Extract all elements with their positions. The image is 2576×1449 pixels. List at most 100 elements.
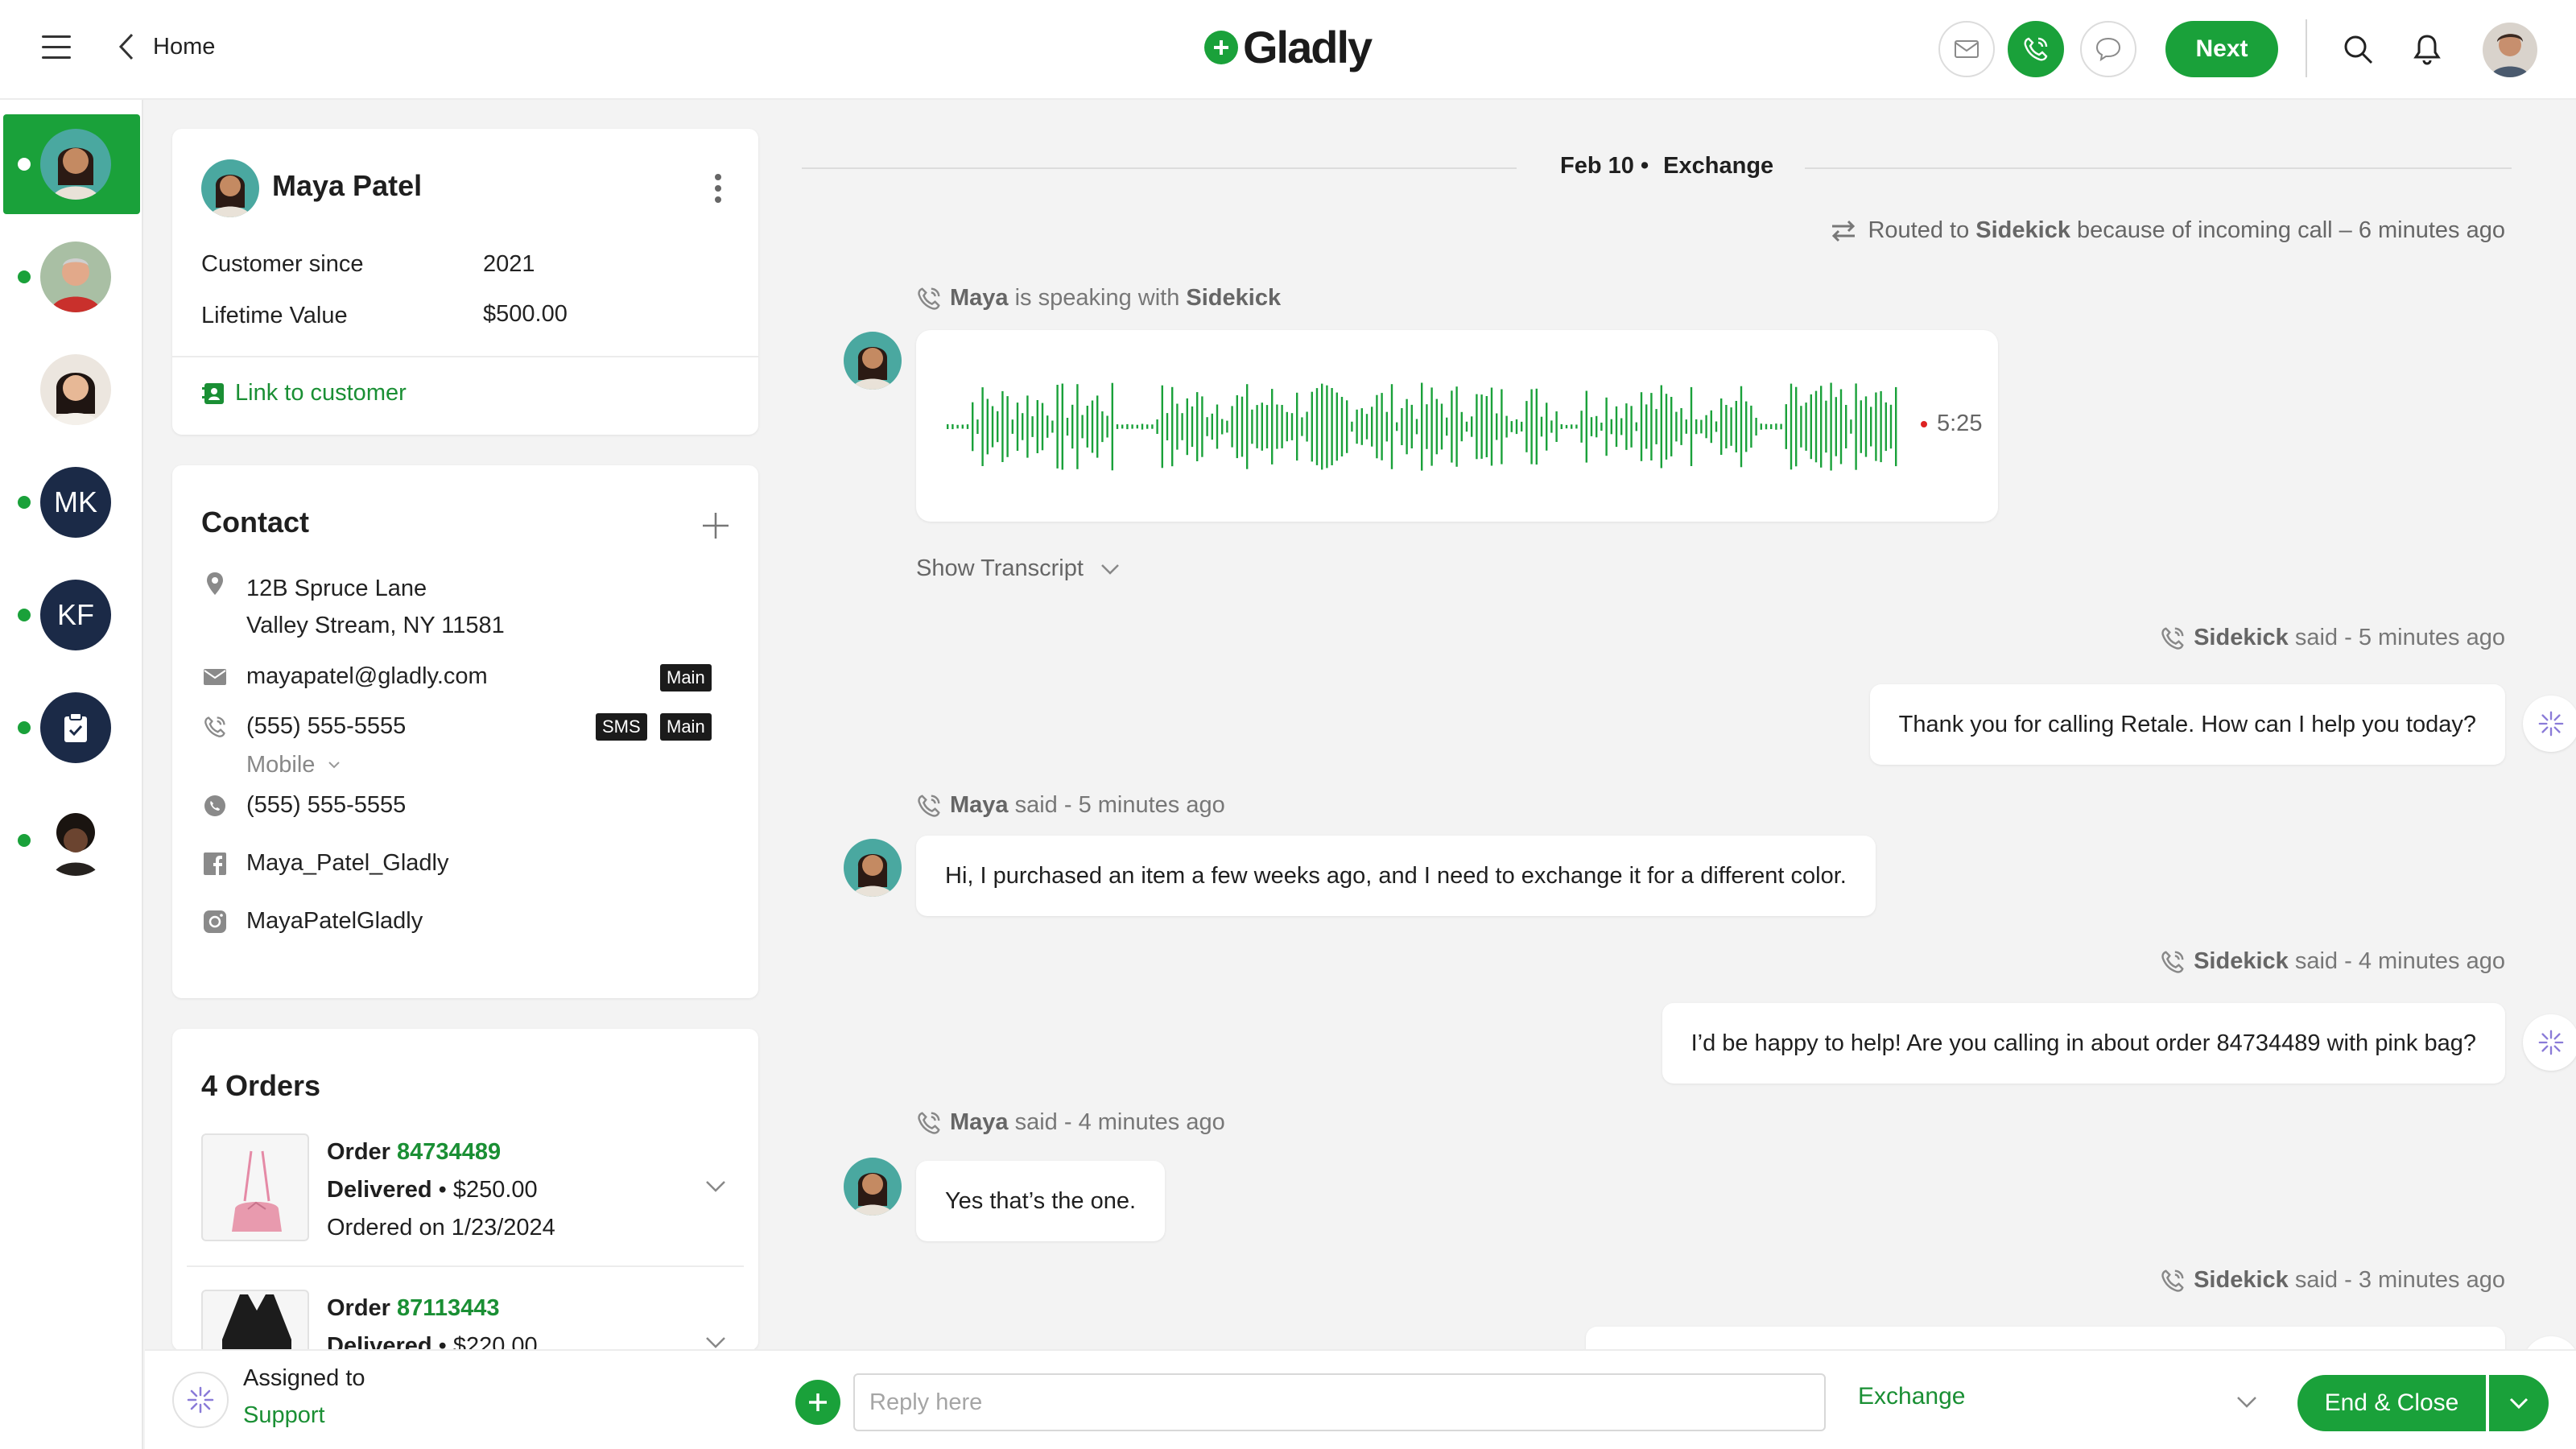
whatsapp-row[interactable]: (555) 555-5555: [201, 792, 406, 819]
rail-item-maya-patel[interactable]: [3, 114, 140, 214]
rail-item-kf[interactable]: KF: [3, 565, 140, 665]
phone-icon: [918, 287, 940, 310]
customer-avatar: [201, 159, 259, 217]
end-close-options-button[interactable]: [2489, 1375, 2549, 1431]
add-attachment-button[interactable]: [795, 1380, 840, 1425]
waveform-bar: [1505, 415, 1508, 438]
topic-select[interactable]: Exchange: [1858, 1383, 2285, 1410]
contact-card-icon: [202, 382, 224, 404]
whatsapp-value: (555) 555-5555: [246, 792, 407, 818]
waveform-bar: [1705, 415, 1707, 439]
waveform-bar: [1426, 404, 1428, 449]
avatar: [40, 242, 111, 312]
phone-icon: [918, 1111, 940, 1134]
add-contact-icon[interactable]: [700, 510, 731, 541]
email-row[interactable]: mayapatel@gladly.com: [201, 663, 488, 691]
chat-channel-button[interactable]: [2080, 21, 2136, 77]
waveform-bar: [1146, 424, 1149, 429]
waveform-bar: [1415, 419, 1418, 435]
back-home-link[interactable]: Home: [118, 32, 215, 61]
order-thumbnail: [201, 1290, 309, 1351]
chevron-down-icon[interactable]: [702, 1172, 729, 1199]
lifetime-value-value: $500.00: [483, 301, 568, 327]
rail-item-conversation-2[interactable]: [3, 227, 140, 327]
waveform-bar: [966, 424, 969, 429]
waveform-bar: [1675, 411, 1678, 442]
instagram-row[interactable]: MayaPatelGladly: [201, 908, 423, 935]
order-item[interactable]: Order 84734489 Delivered • $250.00 Order…: [201, 1133, 733, 1262]
phone-channel-button[interactable]: [2008, 21, 2064, 77]
order-separator: •: [438, 1333, 447, 1351]
order-item[interactable]: Order 87113443 Delivered • $220.00: [201, 1290, 733, 1351]
link-to-customer-button[interactable]: Link to customer: [201, 380, 407, 407]
agent-message: Thank you for calling Retale. How can I …: [1869, 684, 2505, 765]
waveform-bar: [1011, 419, 1013, 434]
call-meta: Maya is speaking with Sidekick: [916, 285, 1281, 312]
more-options-icon[interactable]: [715, 174, 721, 208]
next-button[interactable]: Next: [2165, 21, 2278, 77]
gladly-logo: Gladly: [1204, 21, 1373, 73]
reply-input[interactable]: [853, 1373, 1826, 1431]
instagram-icon: [201, 908, 229, 935]
sms-tag: SMS: [596, 713, 647, 741]
waveform-bar: [1410, 404, 1413, 448]
waveform-bar: [1201, 396, 1203, 457]
message-author: Sidekick: [2194, 948, 2289, 974]
phone-icon: [2161, 950, 2184, 973]
online-indicator: [18, 496, 31, 509]
audio-waveform[interactable]: [945, 378, 1903, 475]
waveform-bar: [997, 411, 999, 443]
phone-type-select[interactable]: Mobile: [246, 752, 342, 778]
end-and-close-button[interactable]: End & Close: [2297, 1375, 2486, 1431]
waveform-bar: [1690, 386, 1693, 466]
order-number-link[interactable]: 84734489: [397, 1139, 501, 1165]
waveform-bar: [1111, 382, 1113, 471]
online-indicator: [18, 721, 31, 734]
chevron-down-icon[interactable]: [702, 1328, 729, 1351]
waveform-bar: [1086, 406, 1088, 448]
waveform-bar: [1471, 416, 1473, 437]
conversation-date: Feb 10: [1560, 153, 1634, 179]
rail-item-mk[interactable]: MK: [3, 452, 140, 552]
user-avatar[interactable]: [2483, 23, 2537, 77]
rail-item-task[interactable]: [3, 678, 140, 778]
online-indicator: [18, 609, 31, 621]
location-pin-icon: [201, 570, 229, 597]
waveform-bar: [1860, 400, 1862, 453]
waveform-bar: [1430, 387, 1433, 466]
chevron-down-icon[interactable]: [2233, 1388, 2260, 1415]
bell-icon[interactable]: [2410, 32, 2444, 66]
waveform-bar: [1265, 405, 1269, 448]
waveform-bar: [1241, 396, 1244, 457]
waveform-bar: [1760, 423, 1762, 430]
waveform-bar: [1251, 409, 1253, 444]
chat-icon: [2095, 37, 2121, 62]
waveform-bar: [1720, 398, 1723, 455]
waveform-bar: [1121, 424, 1124, 429]
phone-row[interactable]: (555) 555-5555: [201, 713, 406, 741]
waveform-bar: [1031, 416, 1034, 437]
rail-item-conversation-7[interactable]: [3, 791, 140, 890]
logo-wordmark: Gladly: [1243, 22, 1373, 72]
waveform-bar: [1835, 397, 1837, 456]
show-transcript-toggle[interactable]: Show Transcript: [916, 555, 1122, 582]
order-number-link[interactable]: 87113443: [397, 1295, 499, 1321]
search-icon[interactable]: [2341, 32, 2375, 66]
waveform-bar: [1231, 406, 1233, 448]
waveform-bar: [1326, 385, 1328, 469]
waveform-bar: [1750, 405, 1752, 448]
waveform-bar: [1805, 402, 1807, 451]
waveform-bar: [1206, 417, 1208, 436]
waveform-bar: [1176, 403, 1179, 450]
facebook-row[interactable]: Maya_Patel_Gladly: [201, 850, 448, 877]
call-recording-player[interactable]: 5:25: [916, 330, 1998, 522]
date-separator: •: [1640, 153, 1649, 179]
assignment-panel[interactable]: Assigned to Support: [145, 1349, 784, 1449]
agent-message: I’d be happy to help! Are you calling in…: [1662, 1003, 2505, 1084]
email-channel-button[interactable]: [1938, 21, 1995, 77]
menu-icon[interactable]: [42, 35, 71, 59]
waveform-bar: [1301, 417, 1303, 436]
divider: [187, 1265, 744, 1267]
assigned-team[interactable]: Support: [243, 1402, 325, 1429]
rail-item-conversation-3[interactable]: [3, 340, 140, 440]
